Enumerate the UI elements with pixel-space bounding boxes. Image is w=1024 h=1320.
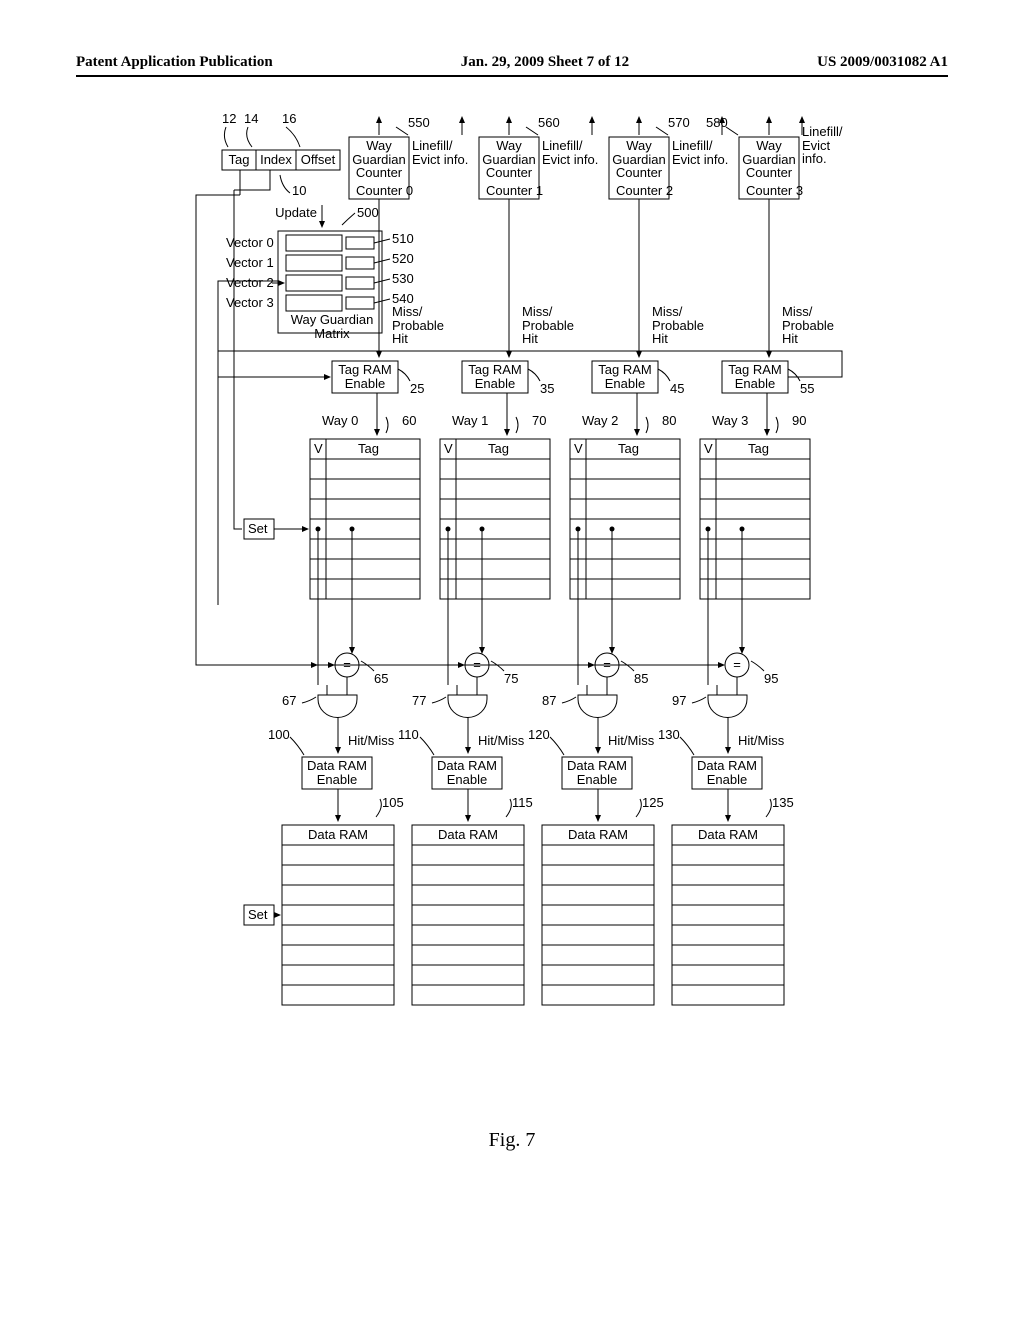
svg-text:16: 16 [282, 111, 296, 126]
svg-text:90: 90 [792, 413, 806, 428]
svg-text:530: 530 [392, 271, 414, 286]
svg-text:Way 1: Way 1 [452, 413, 488, 428]
svg-text:14: 14 [244, 111, 258, 126]
hdr-left: Patent Application Publication [76, 54, 273, 71]
svg-text:100: 100 [268, 727, 290, 742]
svg-text:67: 67 [282, 693, 296, 708]
svg-text:Hit/Miss: Hit/Miss [478, 733, 525, 748]
svg-text:Way 0: Way 0 [322, 413, 358, 428]
svg-text:Vector 2: Vector 2 [226, 275, 274, 290]
svg-text:Counter 1: Counter 1 [486, 183, 543, 198]
figure-canvas: Tag Index Offset 12 14 16 10 Update 500 … [162, 105, 862, 1125]
svg-text:65: 65 [374, 671, 388, 686]
svg-text:=: = [733, 657, 741, 672]
svg-text:Set: Set [248, 907, 268, 922]
svg-text:Data RAM: Data RAM [568, 827, 628, 842]
svg-text:125: 125 [642, 795, 664, 810]
svg-text:Tag: Tag [358, 441, 379, 456]
svg-text:85: 85 [634, 671, 648, 686]
svg-text:Update: Update [275, 205, 317, 220]
svg-text:Hit/Miss: Hit/Miss [348, 733, 395, 748]
svg-text:580: 580 [706, 115, 728, 130]
svg-text:70: 70 [532, 413, 546, 428]
svg-text:10: 10 [292, 183, 306, 198]
svg-text:Vector 1: Vector 1 [226, 255, 274, 270]
hdr-rule [76, 75, 948, 77]
svg-text:550: 550 [408, 115, 430, 130]
svg-text:540: 540 [392, 291, 414, 306]
diagram-svg: Tag Index Offset 12 14 16 10 Update 500 … [162, 105, 862, 1120]
address-block: Tag Index Offset 12 14 16 10 [222, 111, 340, 198]
svg-text:520: 520 [392, 251, 414, 266]
svg-text:95: 95 [764, 671, 778, 686]
svg-text:Hit/Miss: Hit/Miss [738, 733, 785, 748]
svg-text:V: V [314, 441, 323, 456]
hdr-mid: Jan. 29, 2009 Sheet 7 of 12 [461, 54, 629, 71]
svg-text:Set: Set [248, 521, 268, 536]
svg-text:Data RAM: Data RAM [698, 827, 758, 842]
svg-text:Vector 3: Vector 3 [226, 295, 274, 310]
svg-text:Data RAM: Data RAM [438, 827, 498, 842]
svg-text:Counter 0: Counter 0 [356, 183, 413, 198]
svg-text:97: 97 [672, 693, 686, 708]
data-ram-arrays: Data RAM Data RAM Data RAM Data RAM [282, 825, 784, 1005]
tag-ram-enables: Tag RAMEnable Tag RAMEnable Tag RAMEnabl… [332, 361, 814, 396]
svg-text:45: 45 [670, 381, 684, 396]
svg-text:V: V [704, 441, 713, 456]
svg-text:130: 130 [658, 727, 680, 742]
svg-text:25: 25 [410, 381, 424, 396]
hdr-right: US 2009/0031082 A1 [817, 54, 948, 71]
figure-caption: Fig. 7 [0, 1129, 1024, 1152]
svg-text:Tag: Tag [229, 152, 250, 167]
svg-text:510: 510 [392, 231, 414, 246]
svg-text:135: 135 [772, 795, 794, 810]
svg-text:Counter 3: Counter 3 [746, 183, 803, 198]
svg-text:Tag: Tag [748, 441, 769, 456]
tag-ram-arrays: V Tag V Tag V Tag V Tag [310, 439, 810, 599]
svg-text:Index: Index [260, 152, 292, 167]
svg-text:60: 60 [402, 413, 416, 428]
svg-text:35: 35 [540, 381, 554, 396]
svg-text:Offset: Offset [301, 152, 336, 167]
svg-text:Data RAM: Data RAM [308, 827, 368, 842]
way-guardian-counters: WayGuardianCounter WayGuardianCounter Wa… [349, 115, 858, 199]
svg-text:Way 3: Way 3 [712, 413, 748, 428]
svg-text:Vector 0: Vector 0 [226, 235, 274, 250]
svg-text:V: V [444, 441, 453, 456]
svg-text:80: 80 [662, 413, 676, 428]
svg-text:V: V [574, 441, 583, 456]
svg-text:120: 120 [528, 727, 550, 742]
svg-text:87: 87 [542, 693, 556, 708]
svg-text:Tag: Tag [488, 441, 509, 456]
svg-text:115: 115 [512, 795, 533, 810]
svg-text:500: 500 [357, 205, 379, 220]
svg-text:55: 55 [800, 381, 814, 396]
svg-text:Counter 2: Counter 2 [616, 183, 673, 198]
svg-text:570: 570 [668, 115, 690, 130]
svg-text:560: 560 [538, 115, 560, 130]
svg-text:105: 105 [382, 795, 404, 810]
svg-text:77: 77 [412, 693, 426, 708]
svg-text:Hit/Miss: Hit/Miss [608, 733, 655, 748]
svg-text:75: 75 [504, 671, 518, 686]
svg-text:Tag: Tag [618, 441, 639, 456]
svg-text:Way 2: Way 2 [582, 413, 618, 428]
svg-text:110: 110 [398, 727, 419, 742]
svg-text:12: 12 [222, 111, 236, 126]
